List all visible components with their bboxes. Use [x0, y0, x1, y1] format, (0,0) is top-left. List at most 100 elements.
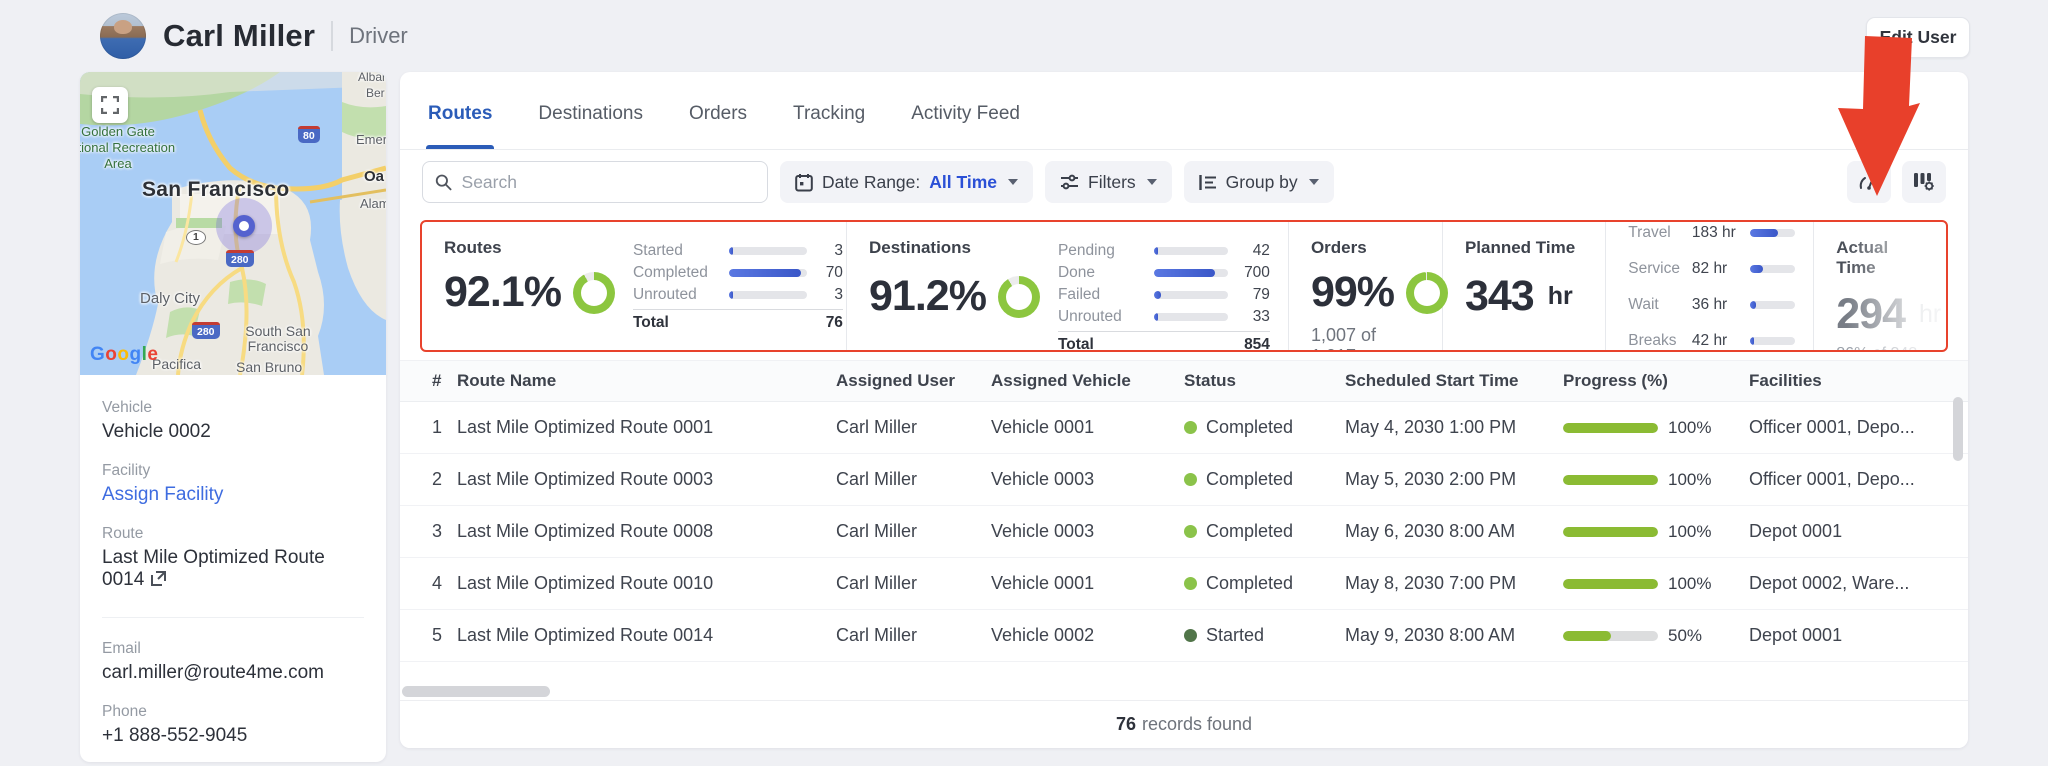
- status-label: Started: [1206, 625, 1264, 646]
- filters-button[interactable]: Filters: [1045, 161, 1172, 203]
- records-label: records found: [1142, 714, 1252, 735]
- tab-activity-feed[interactable]: Activity Feed: [909, 103, 1022, 149]
- vertical-scrollbar[interactable]: [1953, 397, 1963, 461]
- horizontal-scrollbar[interactable]: [402, 686, 550, 697]
- page-header: Carl Miller Driver: [100, 10, 408, 62]
- status-dot: [1184, 473, 1197, 486]
- map-label-south-sf: South San Francisco: [232, 324, 324, 354]
- assign-facility-link[interactable]: Assign Facility: [102, 484, 364, 506]
- progress-cell: 100%: [1563, 574, 1749, 594]
- table-row[interactable]: 1 Last Mile Optimized Route 0001 Carl Mi…: [400, 402, 1968, 454]
- external-link-icon[interactable]: [150, 571, 167, 592]
- routes-donut-chart: [573, 272, 615, 314]
- map-label-emeryville: Emery: [356, 132, 386, 147]
- status-dot: [1184, 525, 1197, 538]
- table-row[interactable]: 2 Last Mile Optimized Route 0003 Carl Mi…: [400, 454, 1968, 506]
- table-row[interactable]: 4 Last Mile Optimized Route 0010 Carl Mi…: [400, 558, 1968, 610]
- records-count: 76: [1116, 714, 1136, 735]
- route-name[interactable]: Last Mile Optimized Route 0014: [457, 625, 836, 646]
- map-label-san-francisco: San Francisco: [142, 178, 289, 202]
- driver-location-marker: [233, 215, 255, 237]
- map-label-daly-city: Daly City: [140, 290, 200, 307]
- hwy-1-shield: 1: [186, 230, 206, 245]
- col-header-num[interactable]: #: [400, 371, 457, 391]
- breaks-time-row: Breaks 42 hr: [1628, 332, 1795, 350]
- search-input[interactable]: [462, 172, 755, 193]
- table-header: # Route Name Assigned User Assigned Vehi…: [400, 360, 1968, 402]
- i280-shield-a: 280: [226, 250, 254, 267]
- route-label: Route: [102, 525, 364, 543]
- assigned-user: Carl Miller: [836, 573, 991, 594]
- assigned-vehicle: Vehicle 0003: [991, 521, 1184, 542]
- search-icon: [435, 173, 452, 191]
- email-value: carl.miller@route4me.com: [102, 662, 364, 684]
- chevron-down-icon: [1008, 179, 1018, 185]
- col-header-assigned-vehicle[interactable]: Assigned Vehicle: [991, 371, 1184, 391]
- filter-icon: [1060, 174, 1079, 190]
- assigned-vehicle: Vehicle 0001: [991, 417, 1184, 438]
- col-header-progress[interactable]: Progress (%): [1563, 371, 1749, 391]
- tab-routes[interactable]: Routes: [426, 103, 494, 149]
- col-header-facilities[interactable]: Facilities: [1749, 371, 1968, 391]
- map-fullscreen-button[interactable]: [92, 87, 128, 123]
- scheduled-start-time: May 6, 2030 8:00 AM: [1345, 521, 1563, 542]
- status-label: Completed: [1206, 521, 1293, 542]
- user-role: Driver: [331, 21, 408, 51]
- planned-time-title: Planned Time: [1465, 238, 1587, 258]
- dashboard-summary-toggle-button[interactable]: [1847, 161, 1891, 203]
- chevron-down-icon: [1309, 179, 1319, 185]
- actual-time-fraction: 86% of 343 hr: [1836, 345, 1928, 352]
- routes-stat-section: Routes 92.1% Started 3 Completed 70: [422, 222, 847, 350]
- route-name[interactable]: Last Mile Optimized Route 0008: [457, 521, 836, 542]
- columns-settings-button[interactable]: [1902, 161, 1946, 203]
- toolbar: Date Range: All Time Filters Group by: [400, 150, 1968, 214]
- date-range-label: Date Range:: [822, 172, 920, 193]
- routes-stat-title: Routes: [444, 238, 615, 258]
- routes-table: # Route Name Assigned User Assigned Vehi…: [400, 360, 1968, 662]
- scheduled-start-time: May 4, 2030 1:00 PM: [1345, 417, 1563, 438]
- table-row[interactable]: 3 Last Mile Optimized Route 0008 Carl Mi…: [400, 506, 1968, 558]
- edit-user-button[interactable]: Edit User: [1866, 17, 1970, 58]
- planned-time-section: Planned Time 343 hr: [1443, 222, 1606, 350]
- col-header-status[interactable]: Status: [1184, 371, 1345, 391]
- phone-value: +1 888-552-9045: [102, 725, 364, 747]
- tab-tracking[interactable]: Tracking: [791, 103, 867, 149]
- col-header-route-name[interactable]: Route Name: [457, 371, 836, 391]
- route-name[interactable]: Last Mile Optimized Route 0010: [457, 573, 836, 594]
- progress-cell: 100%: [1563, 522, 1749, 542]
- map-label-pacifica: Pacifica: [152, 356, 201, 372]
- routes-total-row: Total 76: [633, 309, 843, 332]
- assigned-vehicle: Vehicle 0003: [991, 469, 1184, 490]
- col-header-start-time[interactable]: Scheduled Start Time: [1345, 371, 1563, 391]
- route-name[interactable]: Last Mile Optimized Route 0003: [457, 469, 836, 490]
- map-label-oakland: Oa: [364, 168, 384, 185]
- summary-stats-bar: Routes 92.1% Started 3 Completed 70: [420, 220, 1948, 352]
- tab-orders[interactable]: Orders: [687, 103, 749, 149]
- group-by-icon: [1199, 174, 1217, 191]
- table-row[interactable]: 5 Last Mile Optimized Route 0014 Carl Mi…: [400, 610, 1968, 662]
- row-number: 2: [400, 469, 457, 490]
- vehicle-field: Vehicle Vehicle 0002: [102, 399, 364, 443]
- col-header-assigned-user[interactable]: Assigned User: [836, 371, 991, 391]
- location-map[interactable]: Golden Gate National Recreation Area San…: [80, 72, 386, 375]
- service-time-row: Service 82 hr: [1628, 260, 1795, 278]
- date-range-button[interactable]: Date Range: All Time: [780, 161, 1033, 203]
- search-box[interactable]: [422, 161, 768, 203]
- scheduled-start-time: May 8, 2030 7:00 PM: [1345, 573, 1563, 594]
- tab-destinations[interactable]: Destinations: [536, 103, 645, 149]
- route-name[interactable]: Last Mile Optimized Route 0001: [457, 417, 836, 438]
- progress-cell: 100%: [1563, 418, 1749, 438]
- sidebar-divider: [102, 617, 364, 618]
- status-dot: [1184, 577, 1197, 590]
- group-by-label: Group by: [1226, 172, 1298, 193]
- orders-percent: 99%: [1311, 268, 1394, 317]
- route-field: Route Last Mile Optimized Route 0014: [102, 525, 364, 593]
- status-cell: Completed: [1184, 417, 1345, 438]
- destinations-stat-title: Destinations: [869, 238, 1040, 258]
- facilities-cell: Officer 0001, Depo...: [1749, 469, 1968, 490]
- facilities-cell: Officer 0001, Depo...: [1749, 417, 1968, 438]
- destinations-unrouted-row: Unrouted 33: [1058, 306, 1270, 328]
- group-by-button[interactable]: Group by: [1184, 161, 1334, 203]
- main-panel: Routes Destinations Orders Tracking Acti…: [400, 72, 1968, 748]
- progress-cell: 50%: [1563, 626, 1749, 646]
